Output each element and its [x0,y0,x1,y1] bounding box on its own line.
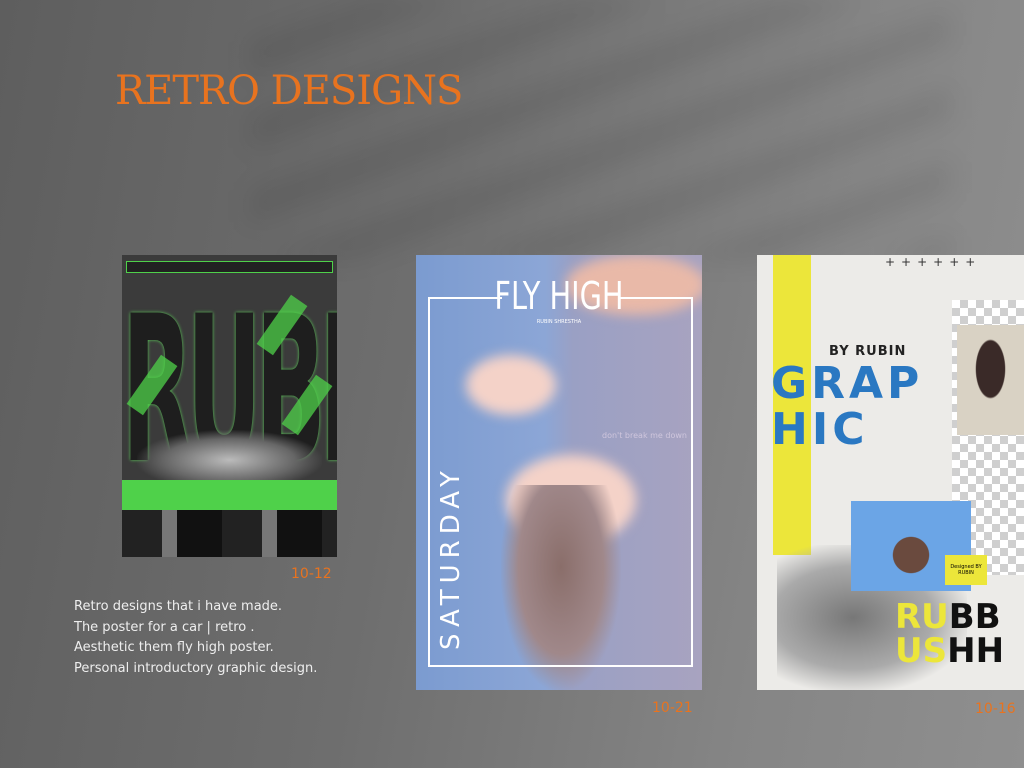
frame [428,297,693,667]
description-line: The poster for a car | retro . [74,619,255,635]
description-line: Aesthetic them fly high poster. [74,640,274,655]
poster-graphic: ++++++ BY RUBIN GRAP HIC Designed BY RUBI… [757,255,1024,690]
portrait-image [957,325,1024,435]
description: Retro designs that i have made. The post… [74,597,317,679]
window-shadow [250,0,950,260]
rub-part: HH [947,631,1005,671]
photo-strip [122,510,337,557]
poster-fly-high: FLY HIGH RUBIN SHRESTHA don't break me d… [416,255,702,690]
date-label: 10-16 [975,701,1016,717]
designed-label: Designed BY RUBIN [945,555,987,585]
rub-text: RUBB USHH [895,600,1004,668]
title-line: GRAP [771,358,924,409]
description-line: Retro designs that i have made. [74,599,283,614]
description-line: Personal introductory graphic design. [74,660,318,676]
poster-subtitle: RUBIN SHRESTHA [536,319,582,325]
date-label: 10-21 [652,700,693,716]
green-band [122,480,337,510]
poster-title: FLY HIGH [494,273,624,319]
date-label: 10-12 [291,566,332,582]
poster-car: RUBISH [122,255,337,557]
poster-vertical-text: SATURDAY [436,465,466,650]
title-line: HIC [771,404,869,455]
poster-header-bar [126,261,333,273]
poster-by: BY RUBIN [829,344,907,359]
page-title: RETRO DESIGNS [115,68,463,114]
plus-pattern: ++++++ [885,255,982,269]
poster-tagline: don't break me down [602,431,687,440]
poster-title: GRAP HIC [771,361,923,453]
rub-part: US [895,631,948,671]
